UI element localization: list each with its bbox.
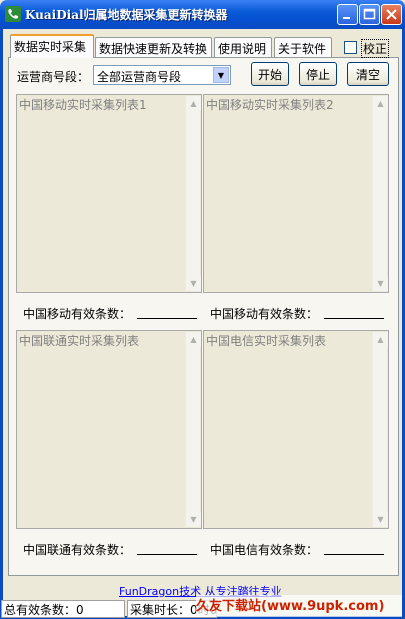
- telecom-list[interactable]: 中国电信实时采集列表 ▲ ▼: [203, 330, 389, 529]
- maximize-button[interactable]: [359, 4, 380, 25]
- tab-instructions[interactable]: 使用说明: [214, 37, 272, 57]
- tab-realtime-collect[interactable]: 数据实时采集: [10, 34, 94, 58]
- mobile2-count-value: [324, 318, 384, 319]
- telecom-count-label: 中国电信有效条数：: [210, 543, 319, 557]
- scroll-down-icon[interactable]: ▼: [373, 512, 388, 527]
- close-button[interactable]: [381, 4, 402, 25]
- scroll-up-icon[interactable]: ▲: [373, 96, 388, 111]
- mobile-list-1-title: 中国移动实时采集列表1: [19, 98, 147, 112]
- vertical-scrollbar[interactable]: ▲ ▼: [372, 332, 388, 527]
- chevron-down-icon[interactable]: ▼: [213, 67, 229, 83]
- correction-checkbox[interactable]: [344, 41, 357, 54]
- scroll-up-icon[interactable]: ▲: [186, 96, 201, 111]
- unicom-count-value: [137, 554, 197, 555]
- tab-quick-update[interactable]: 数据快速更新及转换: [95, 37, 212, 57]
- start-button[interactable]: 开始: [251, 62, 289, 86]
- telecom-list-title: 中国电信实时采集列表: [206, 334, 327, 348]
- scroll-down-icon[interactable]: ▼: [373, 276, 388, 291]
- scroll-down-icon[interactable]: ▼: [186, 276, 201, 291]
- mobile2-count-label: 中国移动有效条数：: [210, 307, 319, 321]
- window-frame-left: [0, 29, 3, 619]
- mobile-list-2-title: 中国移动实时采集列表2: [206, 98, 334, 112]
- total-count-status: 总有效条数：0: [1, 600, 125, 618]
- window-title: KuaiDial归属地数据采集更新转换器: [25, 8, 228, 22]
- vertical-scrollbar[interactable]: ▲ ▼: [372, 96, 388, 291]
- scroll-down-icon[interactable]: ▼: [186, 512, 201, 527]
- unicom-count-label: 中国联通有效条数：: [23, 543, 132, 557]
- minimize-button[interactable]: [337, 4, 358, 25]
- mobile-list-1[interactable]: 中国移动实时采集列表1 ▲ ▼: [16, 94, 202, 293]
- site-watermark: 久友下载站(www.9upk.com): [196, 595, 402, 617]
- mobile-list-2[interactable]: 中国移动实时采集列表2 ▲ ▼: [203, 94, 389, 293]
- unicom-list[interactable]: 中国联通实时采集列表 ▲ ▼: [16, 330, 202, 529]
- mobile-count-value: [137, 318, 197, 319]
- vertical-scrollbar[interactable]: ▲ ▼: [185, 332, 201, 527]
- clear-button[interactable]: 清空: [347, 62, 389, 86]
- scroll-up-icon[interactable]: ▲: [186, 332, 201, 347]
- phone-app-icon: [5, 6, 21, 22]
- vertical-scrollbar[interactable]: ▲ ▼: [185, 96, 201, 291]
- carrier-select[interactable]: 全部运营商号段 ▼: [93, 65, 231, 85]
- unicom-list-title: 中国联通实时采集列表: [19, 334, 140, 348]
- carrier-label: 运营商号段：: [17, 70, 90, 84]
- mobile-count-label: 中国移动有效条数：: [23, 307, 132, 321]
- carrier-select-value: 全部运营商号段: [97, 70, 182, 84]
- scroll-up-icon[interactable]: ▲: [373, 332, 388, 347]
- tab-about[interactable]: 关于软件: [274, 37, 332, 57]
- correction-checkbox-label[interactable]: 校正: [361, 39, 390, 58]
- stop-button[interactable]: 停止: [299, 62, 337, 86]
- telecom-count-value: [324, 554, 384, 555]
